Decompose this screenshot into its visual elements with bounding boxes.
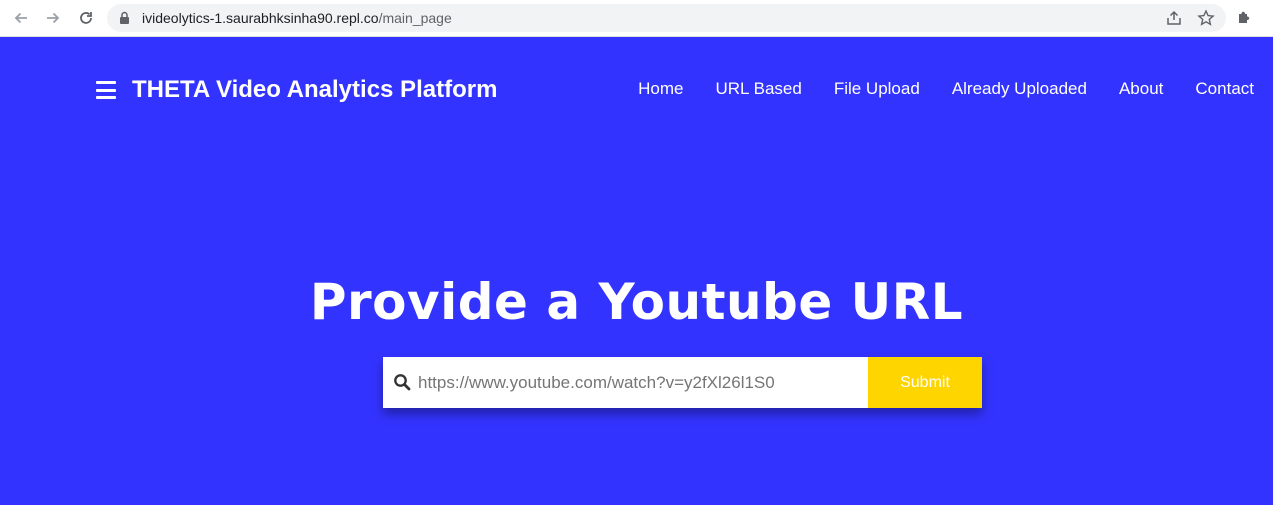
- hero-title: Provide a Youtube URL: [309, 273, 964, 331]
- search-icon: [393, 373, 411, 396]
- lock-icon[interactable]: [119, 11, 130, 30]
- submit-button[interactable]: Submit: [868, 357, 982, 408]
- brand-title[interactable]: THETA Video Analytics Platform: [132, 76, 497, 104]
- nav-home[interactable]: Home: [638, 79, 683, 99]
- search-field: [383, 357, 868, 408]
- nav-contact[interactable]: Contact: [1195, 79, 1254, 99]
- browser-toolbar: ivideolytics-1.saurabhksinha90.repl.co/m…: [0, 0, 1273, 37]
- url-path: /main_page: [378, 10, 452, 26]
- main-nav: Home URL Based File Upload Already Uploa…: [638, 79, 1254, 99]
- nav-already-uploaded[interactable]: Already Uploaded: [952, 79, 1087, 99]
- star-icon[interactable]: [1197, 9, 1215, 32]
- youtube-url-input[interactable]: [418, 357, 858, 408]
- nav-url-based[interactable]: URL Based: [716, 79, 802, 99]
- hamburger-menu-icon[interactable]: [96, 81, 116, 99]
- reload-icon[interactable]: [74, 7, 98, 29]
- url-search-form: Submit: [383, 357, 982, 408]
- extensions-icon[interactable]: [1236, 7, 1254, 30]
- nav-about[interactable]: About: [1119, 79, 1163, 99]
- back-arrow-icon[interactable]: [9, 7, 33, 29]
- address-bar[interactable]: ivideolytics-1.saurabhksinha90.repl.co/m…: [107, 4, 1226, 32]
- url-host: ivideolytics-1.saurabhksinha90.repl.co: [142, 10, 379, 26]
- page-content: THETA Video Analytics Platform Home URL …: [0, 37, 1273, 505]
- forward-arrow-icon[interactable]: [41, 7, 65, 29]
- nav-file-upload[interactable]: File Upload: [834, 79, 920, 99]
- share-icon[interactable]: [1165, 9, 1183, 32]
- url-text[interactable]: ivideolytics-1.saurabhksinha90.repl.co/m…: [142, 10, 452, 26]
